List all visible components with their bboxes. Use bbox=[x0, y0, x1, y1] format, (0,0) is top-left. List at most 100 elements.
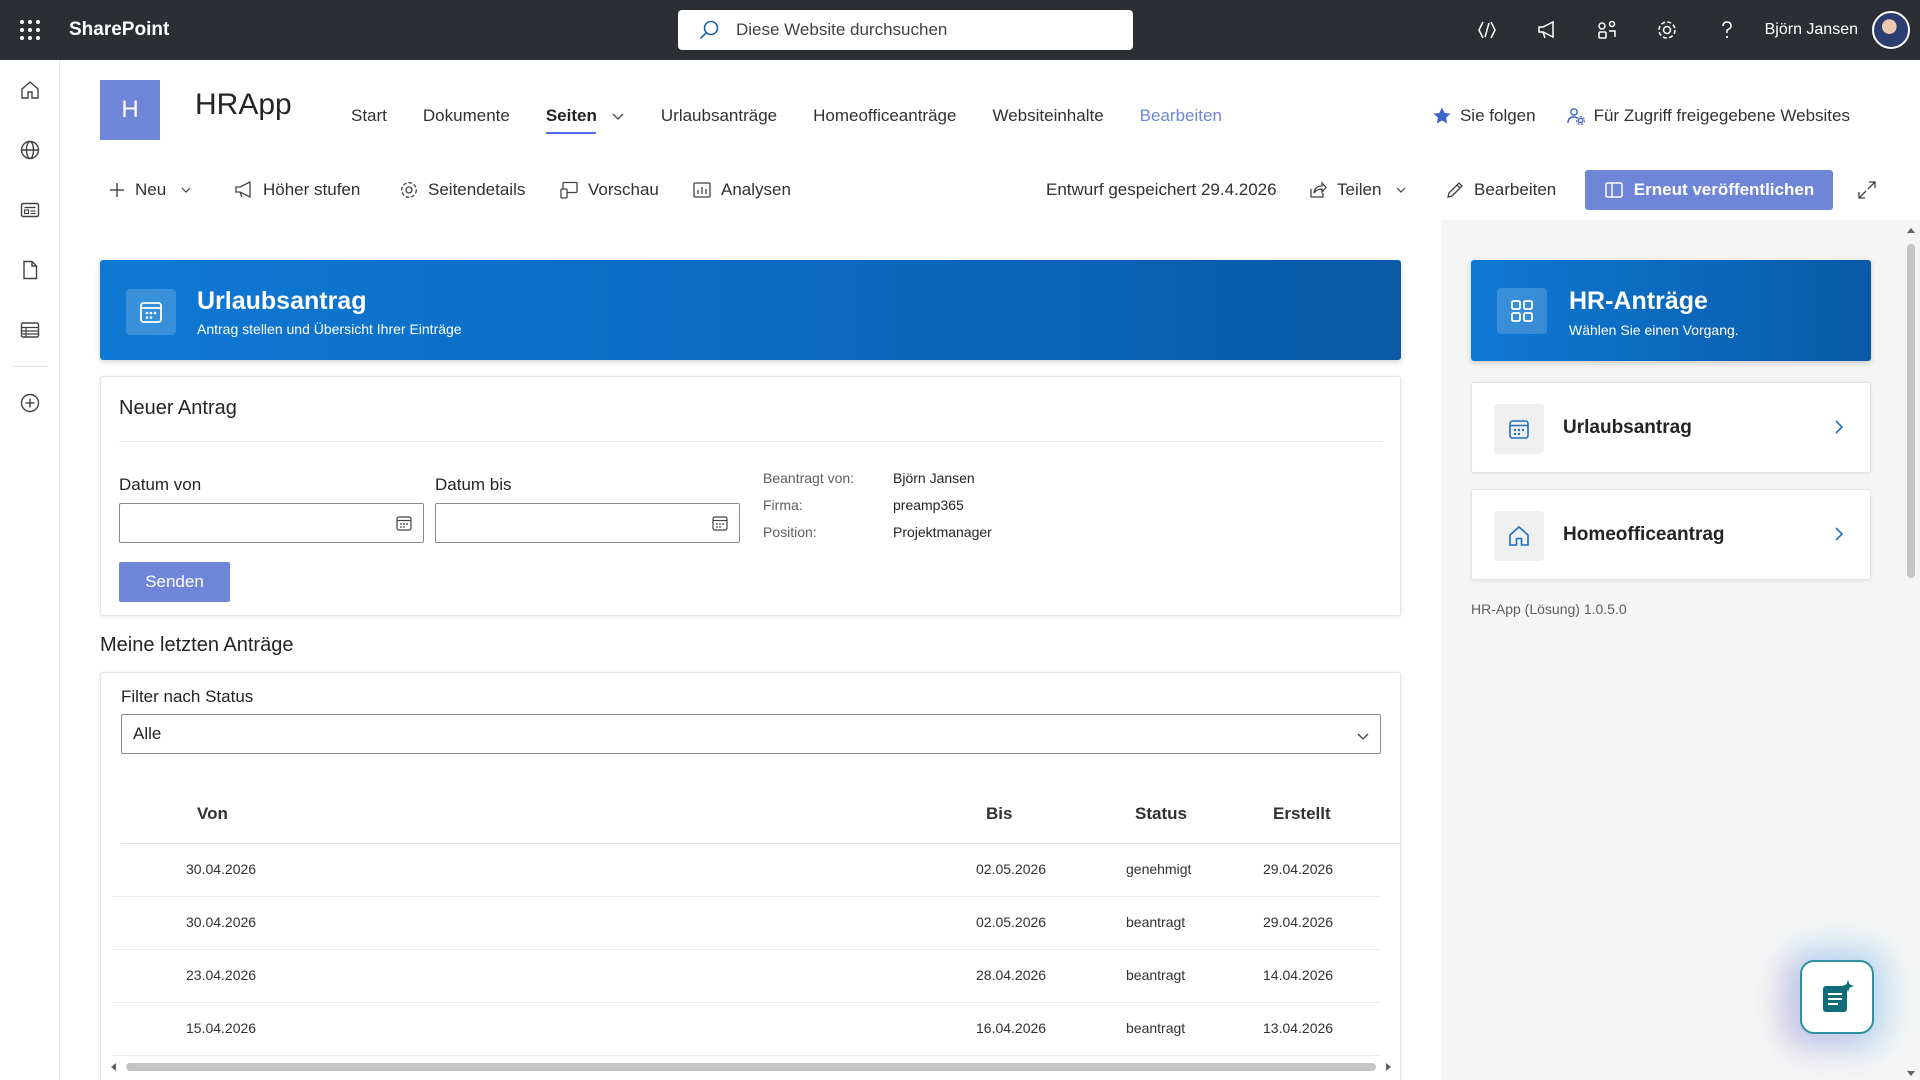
scrollbar-thumb[interactable] bbox=[126, 1063, 1376, 1071]
gear-icon bbox=[401, 182, 417, 198]
site-logo[interactable]: H bbox=[100, 80, 160, 140]
expand-button[interactable] bbox=[1857, 170, 1886, 210]
scroll-right-icon[interactable] bbox=[1383, 1062, 1393, 1072]
tile-label: Homeofficeantrag bbox=[1563, 524, 1725, 545]
note-sparkle-icon bbox=[1823, 980, 1854, 1012]
nav-item-label: Urlaubsanträge bbox=[660, 106, 778, 125]
column-header-from[interactable]: Von bbox=[197, 804, 228, 824]
create-button[interactable] bbox=[0, 373, 60, 433]
scroll-left-icon[interactable] bbox=[109, 1062, 119, 1072]
edit-button[interactable]: Bearbeiten bbox=[1445, 170, 1556, 210]
date-to-input[interactable] bbox=[435, 503, 740, 543]
app-launcher-button[interactable] bbox=[0, 0, 60, 60]
settings-icon[interactable] bbox=[1637, 0, 1697, 60]
banner-subtitle: Antrag stellen und Übersicht Ihrer Eintr… bbox=[197, 321, 462, 337]
avatar[interactable] bbox=[1872, 11, 1910, 49]
table-row[interactable]: 30.04.2026 02.05.2026 genehmigt 29.04.20… bbox=[111, 844, 1381, 897]
analytics-button[interactable]: Analysen bbox=[692, 170, 791, 210]
nav-item-start[interactable]: Start bbox=[351, 98, 387, 134]
news-button[interactable] bbox=[0, 180, 60, 240]
document-icon bbox=[23, 260, 38, 280]
homeoffice-request-tile[interactable]: Homeofficeantrag bbox=[1471, 489, 1871, 580]
status-filter-dropdown[interactable]: Alle bbox=[121, 714, 1381, 754]
header-actions: Sie folgen Für Zugriff freigegebene Webs… bbox=[1402, 98, 1850, 134]
scroll-up-icon[interactable] bbox=[1906, 226, 1916, 236]
column-header-status[interactable]: Status bbox=[1135, 804, 1187, 824]
cell-from: 23.04.2026 bbox=[186, 967, 257, 983]
home-button[interactable] bbox=[0, 60, 60, 120]
list-icon bbox=[20, 322, 40, 338]
nav-item-label: Start bbox=[351, 106, 387, 125]
new-button[interactable]: Neu bbox=[108, 170, 192, 210]
nav-item-site-contents[interactable]: Websiteinhalte bbox=[992, 98, 1103, 134]
company-value: preamp365 bbox=[893, 497, 964, 513]
republish-button[interactable]: Erneut veröffentlichen bbox=[1585, 170, 1833, 210]
scroll-down-icon[interactable] bbox=[1906, 1068, 1916, 1078]
search-box[interactable] bbox=[678, 10, 1133, 50]
chevron-down-icon bbox=[181, 187, 191, 193]
lists-button[interactable] bbox=[0, 300, 60, 360]
command-bar: Neu Höher stufen Seitendetails Vorschau … bbox=[60, 170, 1920, 210]
form-title: Neuer Antrag bbox=[119, 397, 237, 419]
share-network-icon[interactable] bbox=[1577, 0, 1637, 60]
expand-icon bbox=[1858, 181, 1876, 199]
follow-button[interactable]: Sie folgen bbox=[1432, 106, 1536, 126]
files-button[interactable] bbox=[0, 240, 60, 300]
cell-to: 02.05.2026 bbox=[976, 861, 1047, 877]
site-title[interactable]: HRApp bbox=[195, 88, 292, 122]
cell-to: 02.05.2026 bbox=[976, 914, 1047, 930]
shared-sites-button[interactable]: Für Zugriff freigegebene Websites bbox=[1566, 106, 1850, 126]
company-label: Firma: bbox=[763, 497, 803, 513]
form-divider bbox=[119, 441, 1382, 442]
star-icon bbox=[1433, 107, 1451, 124]
table-row[interactable]: 30.04.2026 02.05.2026 beantragt 29.04.20… bbox=[111, 897, 1381, 950]
suite-right: Björn Jansen bbox=[1457, 0, 1910, 60]
promote-button[interactable]: Höher stufen bbox=[234, 170, 360, 210]
plus-icon bbox=[110, 183, 124, 197]
nav-item-pages[interactable]: Seiten bbox=[545, 98, 625, 134]
megaphone-icon[interactable] bbox=[1517, 0, 1577, 60]
calendar-icon bbox=[396, 516, 412, 531]
scrollbar-thumb[interactable] bbox=[1907, 244, 1915, 578]
preview-button[interactable]: Vorschau bbox=[559, 170, 659, 210]
page-details-label: Seitendetails bbox=[428, 180, 526, 199]
send-button[interactable]: Senden bbox=[119, 562, 230, 602]
nav-edit-link[interactable]: Bearbeiten bbox=[1140, 98, 1222, 134]
help-icon[interactable] bbox=[1697, 0, 1757, 60]
search-input[interactable] bbox=[736, 20, 1116, 40]
copilot-icon[interactable] bbox=[1457, 0, 1517, 60]
site-navigation: Start Dokumente Seiten Urlaubsanträge Ho… bbox=[351, 98, 1258, 134]
horizontal-scrollbar[interactable] bbox=[109, 1059, 1395, 1073]
nav-item-label: Dokumente bbox=[422, 106, 510, 125]
cell-status: beantragt bbox=[1126, 1020, 1186, 1036]
nav-item-homeoffice-requests[interactable]: Homeofficeanträge bbox=[813, 98, 956, 134]
table-row[interactable]: 15.04.2026 16.04.2026 beantragt 13.04.20… bbox=[111, 1003, 1381, 1056]
app-bar-divider bbox=[12, 366, 48, 367]
vertical-scrollbar[interactable] bbox=[1904, 224, 1918, 1080]
column-header-to[interactable]: Bis bbox=[986, 804, 1012, 824]
nav-item-documents[interactable]: Dokumente bbox=[423, 98, 510, 134]
share-button[interactable]: Teilen bbox=[1308, 170, 1407, 210]
position-label: Position: bbox=[763, 524, 817, 540]
plus-circle-icon bbox=[20, 393, 40, 413]
new-request-card: Neuer Antrag Datum von Datum bis Beantra… bbox=[100, 376, 1401, 616]
copilot-compose-button[interactable] bbox=[1800, 960, 1874, 1034]
vacation-request-tile[interactable]: Urlaubsantrag bbox=[1471, 382, 1871, 473]
home-icon bbox=[1494, 511, 1544, 561]
vacation-banner: Urlaubsantrag Antrag stellen und Übersic… bbox=[100, 260, 1401, 360]
pencil-icon bbox=[1447, 182, 1463, 198]
edit-label: Bearbeiten bbox=[1474, 180, 1557, 199]
version-label: HR-App (Lösung) 1.0.5.0 bbox=[1471, 601, 1627, 617]
side-banner-subtitle: Wählen Sie einen Vorgang. bbox=[1569, 322, 1739, 338]
column-header-created[interactable]: Erstellt bbox=[1273, 804, 1331, 824]
date-from-input[interactable] bbox=[119, 503, 424, 543]
hr-requests-banner: HR-Anträge Wählen Sie einen Vorgang. bbox=[1471, 260, 1871, 361]
table-row[interactable]: 23.04.2026 28.04.2026 beantragt 14.04.20… bbox=[111, 950, 1381, 1003]
user-name[interactable]: Björn Jansen bbox=[1765, 21, 1858, 39]
page-details-button[interactable]: Seitendetails bbox=[399, 170, 525, 210]
nav-item-vacation-requests[interactable]: Urlaubsanträge bbox=[661, 98, 777, 134]
sites-button[interactable] bbox=[0, 120, 60, 180]
home-icon bbox=[21, 81, 39, 99]
brand-label[interactable]: SharePoint bbox=[69, 19, 169, 41]
follow-label: Sie folgen bbox=[1459, 106, 1536, 125]
